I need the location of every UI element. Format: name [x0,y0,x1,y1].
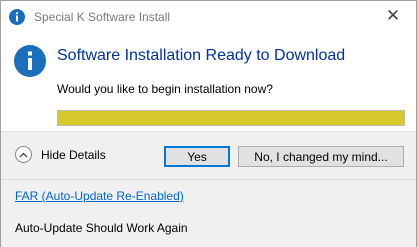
progress-fill [58,111,404,125]
details-toggle[interactable]: Hide Details [15,146,106,163]
no-button[interactable]: No, I changed my mind... [238,146,404,167]
button-area: Hide Details Yes No, I changed my mind..… [1,131,416,179]
chevron-up-icon [15,146,32,163]
yes-button[interactable]: Yes [164,146,230,167]
content-text: Would you like to begin installation now… [57,82,273,96]
progress-bar [57,110,405,126]
info-icon [9,9,25,25]
details-link[interactable]: FAR (Auto-Update Re-Enabled) [15,189,184,203]
dialog-window: Special K Software Install ✕ Software In… [0,0,417,247]
window-title: Special K Software Install [34,10,171,24]
main-instruction: Software Installation Ready to Download [57,47,346,64]
close-icon: ✕ [385,6,401,25]
info-icon [14,45,46,77]
title-bar: Special K Software Install ✕ [1,1,416,31]
expanded-details: FAR (Auto-Update Re-Enabled) Auto-Update… [1,179,416,247]
status-text: Auto-Update Should Work Again [15,221,188,235]
close-button[interactable]: ✕ [370,1,416,31]
main-content: Software Installation Ready to Download … [1,31,416,131]
details-label: Hide Details [41,147,106,162]
